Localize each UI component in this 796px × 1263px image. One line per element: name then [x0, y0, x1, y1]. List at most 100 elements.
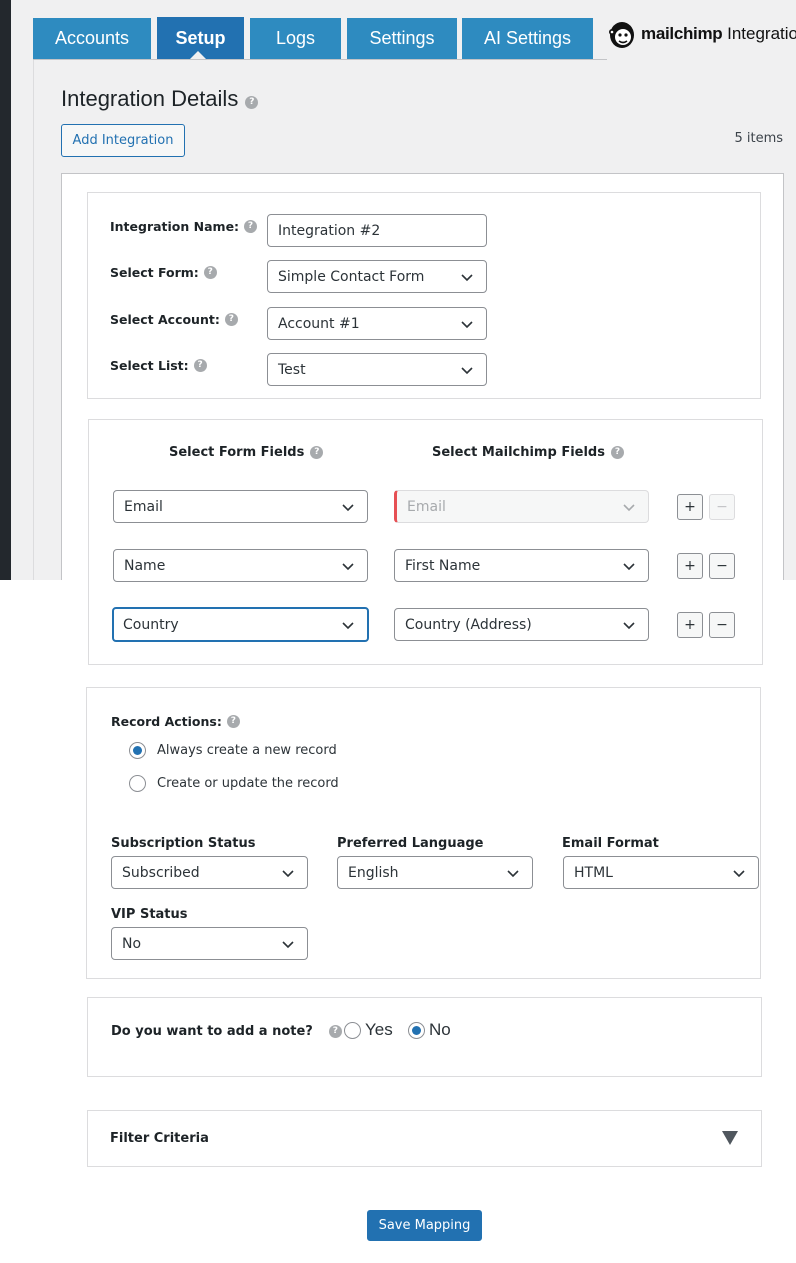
brand-name-bold: mailchimp	[641, 24, 723, 43]
preferred-language-label: Preferred Language	[337, 836, 484, 851]
select-account-label: Select Account:?	[110, 312, 238, 327]
note-option-no-label: No	[429, 1020, 451, 1039]
chevron-down-icon	[282, 941, 294, 949]
select-form-dropdown[interactable]: Simple Contact Form	[267, 260, 487, 293]
radio-button[interactable]	[129, 775, 146, 792]
mailchimp-field-select: Email	[394, 490, 649, 523]
preferred-language-select[interactable]: English	[337, 856, 533, 889]
record-action-option[interactable]: Create or update the record	[129, 775, 339, 792]
radio-button[interactable]	[129, 742, 146, 759]
form-field-select[interactable]: Email	[113, 490, 368, 523]
filter-criteria-title[interactable]: Filter Criteria	[110, 1131, 209, 1146]
note-option-yes-label: Yes	[365, 1020, 393, 1039]
chevron-down-icon	[623, 622, 635, 630]
select-list-value: Test	[278, 361, 306, 378]
integration-name-label: Integration Name:?	[110, 219, 258, 234]
chevron-down-icon	[507, 870, 519, 878]
help-icon[interactable]: ?	[224, 313, 238, 326]
page-title: Integration Details ?	[61, 86, 259, 112]
record-action-option[interactable]: Always create a new record	[129, 742, 337, 759]
help-icon[interactable]: ?	[193, 359, 207, 372]
add-row-button[interactable]: +	[677, 553, 703, 579]
form-field-select[interactable]: Country	[112, 607, 369, 642]
help-icon[interactable]: ?	[226, 715, 240, 728]
tab-accounts[interactable]: Accounts	[33, 18, 151, 59]
chevron-down-icon	[461, 367, 473, 375]
brand-name-rest: Integratio	[722, 24, 796, 43]
add-row-button[interactable]: +	[677, 494, 703, 520]
chevron-down-icon	[461, 321, 473, 329]
vip-status-select[interactable]: No	[111, 927, 308, 960]
add-note-question-text: Do you want to add a note?	[111, 1024, 313, 1039]
chevron-down-icon	[623, 504, 635, 512]
tab-ai-settings[interactable]: AI Settings	[462, 18, 593, 59]
tab-logs[interactable]: Logs	[250, 18, 341, 59]
select-list-label: Select List:?	[110, 358, 207, 373]
record-actions-label: Record Actions:?	[111, 714, 240, 729]
form-fields-heading: Select Form Fields?	[169, 445, 324, 460]
vip-status-value: No	[122, 935, 142, 952]
remove-row-button: −	[709, 494, 735, 520]
radio-button[interactable]	[408, 1021, 425, 1039]
integration-name-label-text: Integration Name:	[110, 219, 240, 234]
select-list-label-text: Select List:	[110, 358, 189, 373]
integration-name-input[interactable]: Integration #2	[267, 214, 487, 247]
select-account-value: Account #1	[278, 315, 360, 332]
form-field-select[interactable]: Name	[113, 549, 368, 582]
expand-triangle-icon[interactable]	[722, 1131, 738, 1145]
mailchimp-fields-heading-text: Select Mailchimp Fields	[432, 445, 605, 460]
note-option-yes[interactable]: Yes	[344, 1020, 393, 1040]
chevron-down-icon	[461, 274, 473, 282]
email-format-label: Email Format	[562, 836, 659, 851]
record-actions-label-text: Record Actions:	[111, 714, 222, 729]
select-list-dropdown[interactable]: Test	[267, 353, 487, 386]
subscription-status-label: Subscription Status	[111, 836, 256, 851]
subscription-status-select[interactable]: Subscribed	[111, 856, 308, 889]
mailchimp-field-select[interactable]: Country (Address)	[394, 608, 649, 641]
help-icon[interactable]: ?	[244, 220, 258, 233]
page-title-text: Integration Details	[61, 86, 239, 111]
mailchimp-field-value: First Name	[405, 557, 481, 574]
help-icon[interactable]: ?	[310, 446, 324, 459]
record-action-option-label: Create or update the record	[157, 776, 339, 791]
chevron-down-icon	[342, 504, 354, 512]
vip-status-label: VIP Status	[111, 907, 188, 922]
remove-row-button[interactable]: −	[709, 553, 735, 579]
chevron-down-icon	[623, 563, 635, 571]
add-integration-button[interactable]: Add Integration	[61, 124, 185, 157]
add-row-button[interactable]: +	[677, 612, 703, 638]
select-form-value: Simple Contact Form	[278, 268, 425, 285]
mailchimp-field-value: Email	[407, 498, 446, 515]
integration-name-value: Integration #2	[278, 222, 381, 239]
note-option-no[interactable]: No	[408, 1020, 451, 1040]
chevron-down-icon	[282, 870, 294, 878]
form-fields-heading-text: Select Form Fields	[169, 445, 305, 460]
radio-button[interactable]	[344, 1021, 361, 1039]
select-account-dropdown[interactable]: Account #1	[267, 307, 487, 340]
select-account-label-text: Select Account:	[110, 312, 220, 327]
active-tab-indicator	[190, 51, 206, 59]
remove-row-button[interactable]: −	[709, 612, 735, 638]
help-icon[interactable]: ?	[245, 95, 259, 109]
form-field-value: Email	[124, 498, 163, 515]
mailchimp-freddie-icon	[609, 22, 634, 48]
help-icon[interactable]: ?	[203, 266, 217, 279]
chevron-down-icon	[342, 622, 354, 630]
preferred-language-value: English	[348, 864, 399, 881]
items-count: 5 items	[734, 131, 783, 146]
save-mapping-button[interactable]: Save Mapping	[367, 1210, 482, 1241]
chevron-down-icon	[342, 563, 354, 571]
mailchimp-brand: mailchimp Integratio	[607, 16, 796, 52]
add-note-question: Do you want to add a note??	[111, 1024, 342, 1039]
mailchimp-field-value: Country (Address)	[405, 616, 532, 633]
tab-settings[interactable]: Settings	[347, 18, 457, 59]
form-field-value: Country	[123, 616, 179, 633]
help-icon[interactable]: ?	[610, 446, 624, 459]
help-icon[interactable]: ?	[328, 1025, 342, 1038]
subscription-status-value: Subscribed	[122, 864, 200, 881]
mailchimp-field-select[interactable]: First Name	[394, 549, 649, 582]
chevron-down-icon	[733, 870, 745, 878]
select-form-label-text: Select Form:	[110, 265, 199, 280]
email-format-select[interactable]: HTML	[563, 856, 759, 889]
select-form-label: Select Form:?	[110, 265, 217, 280]
